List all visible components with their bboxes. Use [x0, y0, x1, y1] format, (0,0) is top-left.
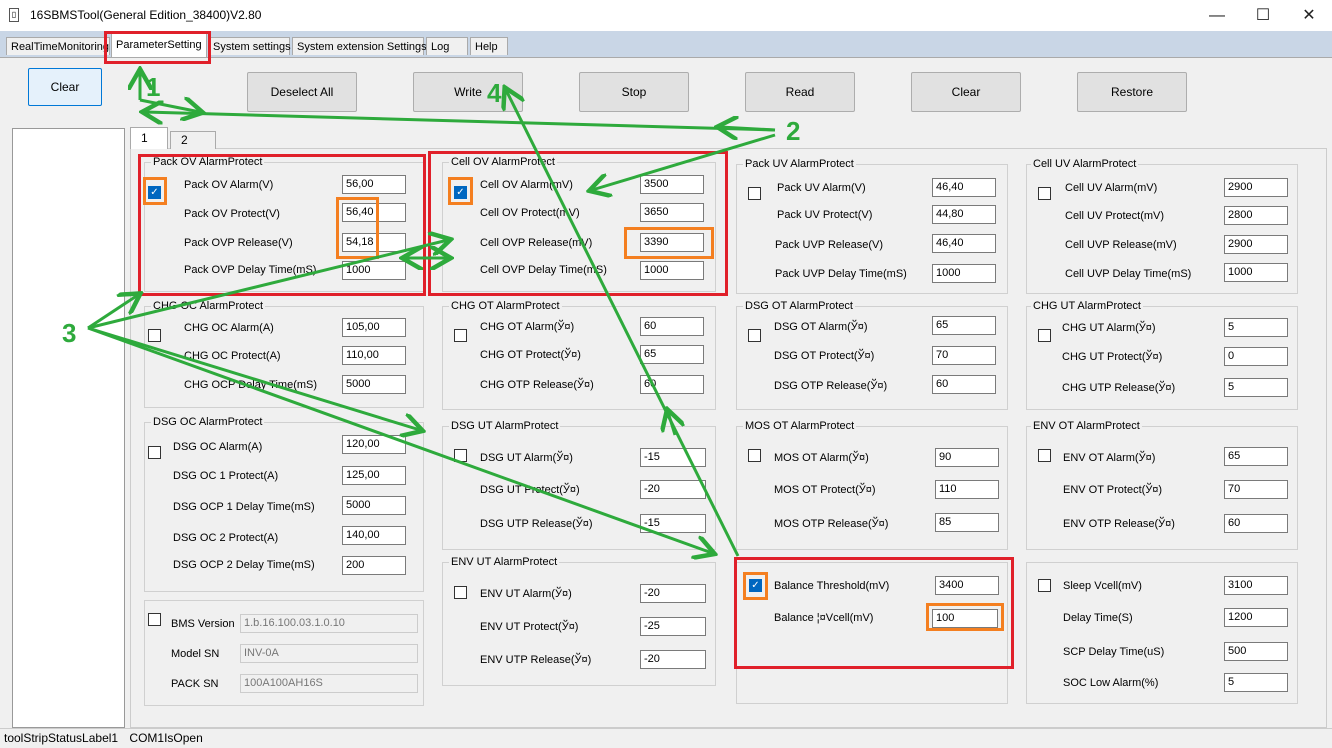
- annotation-number: 1: [146, 72, 161, 102]
- annotation-number: 3: [62, 318, 77, 348]
- arrow-4: [506, 90, 740, 557]
- arrow-3-cell: [87, 240, 448, 330]
- arrow-3-dsg: [87, 326, 420, 430]
- annotation-arrows: [87, 0, 776, 747]
- annotation-number: 2: [786, 116, 801, 146]
- arrow-3-balance: [87, 326, 712, 553]
- arrow-4-mid: [668, 412, 675, 436]
- arrow-2-left: [145, 112, 776, 132]
- arrow-2-down: [592, 133, 776, 190]
- annotation-number: 4: [487, 78, 502, 108]
